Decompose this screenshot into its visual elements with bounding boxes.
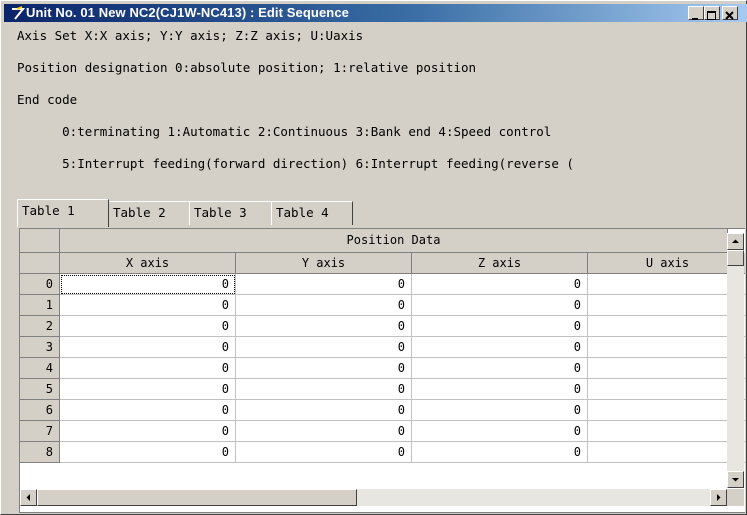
table-cell[interactable]: 0 bbox=[236, 337, 412, 358]
arrow-up-icon bbox=[732, 239, 739, 243]
horizontal-scrollbar[interactable] bbox=[20, 489, 727, 506]
row-header[interactable]: 3 bbox=[20, 337, 60, 358]
table-cell[interactable]: 0 bbox=[236, 274, 412, 295]
table-cell[interactable] bbox=[588, 337, 745, 358]
table-cell[interactable]: 0 bbox=[236, 316, 412, 337]
table-cell[interactable]: 0 bbox=[412, 274, 588, 295]
table-cell[interactable]: 0 bbox=[412, 358, 588, 379]
table-cell[interactable] bbox=[588, 400, 745, 421]
table-cell[interactable]: 0 bbox=[412, 421, 588, 442]
minimize-icon bbox=[692, 18, 698, 20]
table-cell[interactable]: 0 bbox=[60, 295, 236, 316]
arrow-right-icon bbox=[717, 494, 721, 501]
minimize-button[interactable] bbox=[688, 6, 704, 20]
scroll-left-button[interactable] bbox=[20, 489, 37, 506]
table-cell[interactable] bbox=[588, 295, 745, 316]
table-cell[interactable]: 0 bbox=[412, 295, 588, 316]
table-cell[interactable]: 0 bbox=[60, 316, 236, 337]
row-header[interactable]: 1 bbox=[20, 295, 60, 316]
table-cell[interactable]: 0 bbox=[412, 379, 588, 400]
column-header-y-axis[interactable]: Y axis bbox=[236, 253, 412, 274]
arrow-left-icon bbox=[26, 494, 30, 501]
tab-table-1[interactable]: Table 1 bbox=[17, 199, 109, 227]
table-cell[interactable]: 0 bbox=[60, 274, 236, 295]
table-cell[interactable] bbox=[588, 442, 745, 463]
table-cell[interactable]: 0 bbox=[60, 421, 236, 442]
info-end-code-line-2: 5:Interrupt feeding(forward direction) 6… bbox=[17, 156, 574, 171]
row-header[interactable]: 7 bbox=[20, 421, 60, 442]
tab-table-4[interactable]: Table 4 bbox=[271, 201, 353, 225]
scroll-up-button[interactable] bbox=[727, 233, 744, 250]
info-end-code-line-1: 0:terminating 1:Automatic 2:Continuous 3… bbox=[17, 124, 552, 139]
table-cell[interactable]: 0 bbox=[236, 400, 412, 421]
table-cell[interactable]: 0 bbox=[236, 421, 412, 442]
table-cell[interactable]: 0 bbox=[60, 442, 236, 463]
position-data-grid: Position Data X axis Y axis Z axis U axi… bbox=[19, 228, 745, 513]
info-axis-set: Axis Set X:X axis; Y:Y axis; Z:Z axis; U… bbox=[17, 28, 364, 43]
horizontal-scroll-thumb[interactable] bbox=[37, 489, 357, 506]
close-icon bbox=[725, 11, 734, 20]
table-cell[interactable] bbox=[588, 379, 745, 400]
app-icon bbox=[12, 6, 26, 20]
table-cell[interactable]: 0 bbox=[60, 400, 236, 421]
vertical-scroll-thumb[interactable] bbox=[727, 250, 744, 266]
table-cell[interactable]: 0 bbox=[60, 379, 236, 400]
vertical-scrollbar[interactable] bbox=[727, 233, 744, 488]
maximize-icon bbox=[707, 11, 716, 20]
row-header[interactable]: 2 bbox=[20, 316, 60, 337]
table-cell[interactable]: 0 bbox=[60, 358, 236, 379]
group-header-position-data: Position Data bbox=[60, 229, 728, 253]
column-header-u-axis[interactable]: U axis bbox=[588, 253, 745, 274]
scroll-down-button[interactable] bbox=[727, 471, 744, 488]
row-header[interactable]: 4 bbox=[20, 358, 60, 379]
grid-corner-header bbox=[20, 229, 60, 253]
arrow-down-icon bbox=[732, 478, 739, 482]
table-cell[interactable] bbox=[588, 421, 745, 442]
tab-table-2[interactable]: Table 2 bbox=[108, 201, 190, 225]
table-cell[interactable] bbox=[588, 274, 745, 295]
title-bar[interactable]: Unit No. 01 New NC2(CJ1W-NC413) : Edit S… bbox=[4, 4, 747, 22]
edit-sequence-window: Unit No. 01 New NC2(CJ1W-NC413) : Edit S… bbox=[0, 0, 747, 515]
column-header-z-axis[interactable]: Z axis bbox=[412, 253, 588, 274]
table-cell[interactable]: 0 bbox=[236, 442, 412, 463]
column-header-x-axis[interactable]: X axis bbox=[60, 253, 236, 274]
row-header[interactable]: 0 bbox=[20, 274, 60, 295]
scrollbar-corner bbox=[727, 489, 744, 506]
window-title: Unit No. 01 New NC2(CJ1W-NC413) : Edit S… bbox=[26, 5, 349, 20]
scroll-right-button[interactable] bbox=[710, 489, 727, 506]
table-cell[interactable]: 0 bbox=[236, 358, 412, 379]
row-header[interactable]: 5 bbox=[20, 379, 60, 400]
row-header[interactable]: 8 bbox=[20, 442, 60, 463]
close-button[interactable] bbox=[722, 6, 738, 20]
maximize-button[interactable] bbox=[704, 6, 720, 20]
table-cell[interactable]: 0 bbox=[236, 379, 412, 400]
table-cell[interactable]: 0 bbox=[236, 295, 412, 316]
table-cell[interactable]: 0 bbox=[412, 442, 588, 463]
table-cell[interactable] bbox=[588, 316, 745, 337]
table-cell[interactable]: 0 bbox=[412, 337, 588, 358]
column-header-corner bbox=[20, 253, 60, 274]
table-cell[interactable]: 0 bbox=[412, 316, 588, 337]
table-cell[interactable] bbox=[588, 358, 745, 379]
row-header[interactable]: 6 bbox=[20, 400, 60, 421]
info-end-code: End code bbox=[17, 92, 78, 107]
info-position-designation: Position designation 0:absolute position… bbox=[17, 60, 477, 75]
table-cell[interactable]: 0 bbox=[60, 337, 236, 358]
tab-table-3[interactable]: Table 3 bbox=[189, 201, 272, 225]
table-cell[interactable]: 0 bbox=[412, 400, 588, 421]
